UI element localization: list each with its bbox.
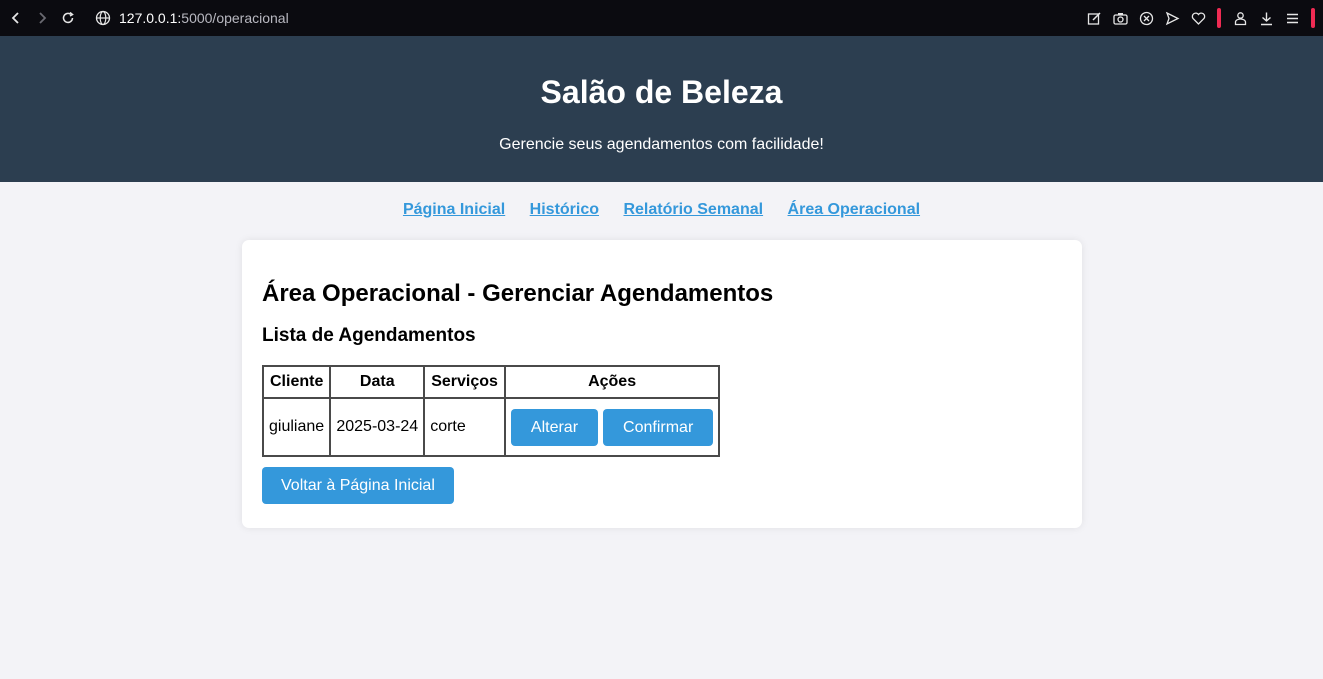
browser-tools (1081, 0, 1315, 36)
edit-icon[interactable] (1081, 0, 1107, 36)
column-header-servicos: Serviços (423, 365, 506, 399)
status-indicator (1217, 8, 1221, 28)
site-subtitle: Gerencie seus agendamentos com facilidad… (499, 136, 824, 153)
nav-link-home[interactable]: Página Inicial (403, 201, 505, 218)
appointments-table: Cliente Data Serviços Ações giuliane 202… (261, 365, 721, 457)
nav-link-weekly-report[interactable]: Relatório Semanal (623, 201, 763, 218)
back-home-button[interactable]: Voltar à Página Inicial (262, 467, 454, 504)
content-card: Área Operacional - Gerenciar Agendamento… (242, 240, 1082, 528)
back-icon[interactable] (3, 0, 29, 36)
cell-servicos: corte (423, 397, 506, 457)
alterar-button[interactable]: Alterar (510, 408, 599, 446)
table-header-row: Cliente Data Serviços Ações (261, 365, 721, 399)
column-header-data: Data (329, 365, 426, 399)
cell-cliente: giuliane (261, 397, 332, 457)
reload-icon[interactable] (55, 0, 81, 36)
heart-icon[interactable] (1185, 0, 1211, 36)
nav-link-operational[interactable]: Área Operacional (788, 201, 921, 218)
url-host: 127.0.0.1: (119, 10, 182, 26)
site-header: Salão de Beleza Gerencie seus agendament… (0, 36, 1323, 182)
send-icon[interactable] (1159, 0, 1185, 36)
column-header-acoes: Ações (503, 365, 721, 399)
camera-icon[interactable] (1107, 0, 1133, 36)
forward-icon[interactable] (29, 0, 55, 36)
nav-link-history[interactable]: Histórico (530, 201, 599, 218)
url-path: 5000/operacional (181, 10, 289, 26)
globe-icon (95, 10, 111, 26)
block-icon[interactable] (1133, 0, 1159, 36)
list-title: Lista de Agendamentos (262, 325, 476, 346)
column-header-cliente: Cliente (261, 365, 332, 399)
table-row: giuliane 2025-03-24 corte Alterar Confirm… (261, 397, 721, 457)
menu-icon[interactable] (1279, 0, 1305, 36)
user-icon[interactable] (1227, 0, 1253, 36)
main-nav: Página Inicial Histórico Relatório Seman… (0, 182, 1323, 222)
site-title: Salão de Beleza (540, 74, 783, 110)
status-indicator-right (1311, 8, 1315, 28)
cell-acoes: Alterar Confirmar (503, 397, 721, 457)
confirmar-button[interactable]: Confirmar (603, 408, 714, 446)
address-bar[interactable]: 127.0.0.1: 5000/operacional (95, 10, 289, 26)
browser-toolbar: 127.0.0.1: 5000/operacional (0, 0, 1323, 36)
cell-data: 2025-03-24 (329, 397, 426, 457)
download-icon[interactable] (1253, 0, 1279, 36)
page-title: Área Operacional - Gerenciar Agendamento… (262, 280, 774, 307)
